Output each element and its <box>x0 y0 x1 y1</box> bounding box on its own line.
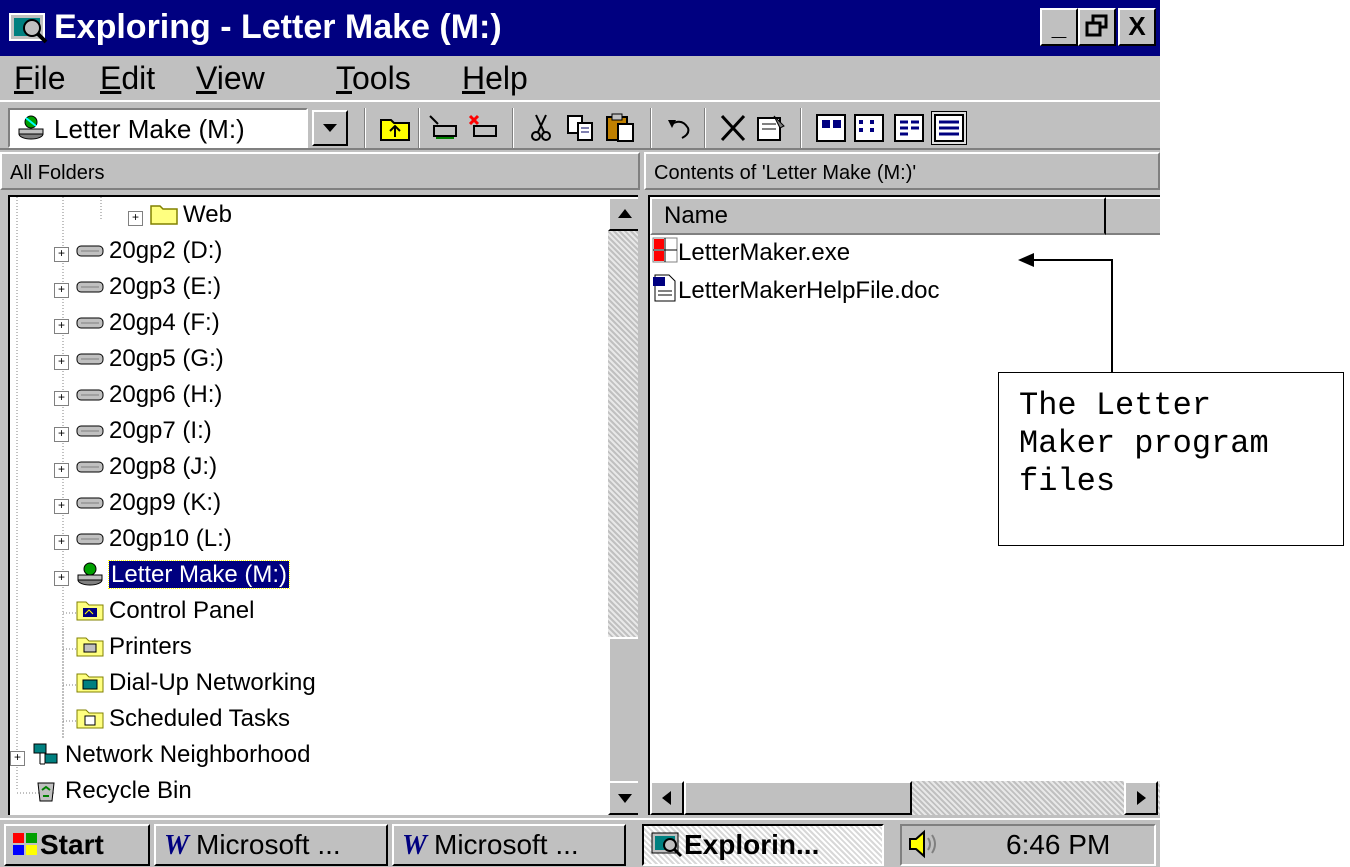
callout-box: The Letter Maker program files <box>998 372 1344 546</box>
